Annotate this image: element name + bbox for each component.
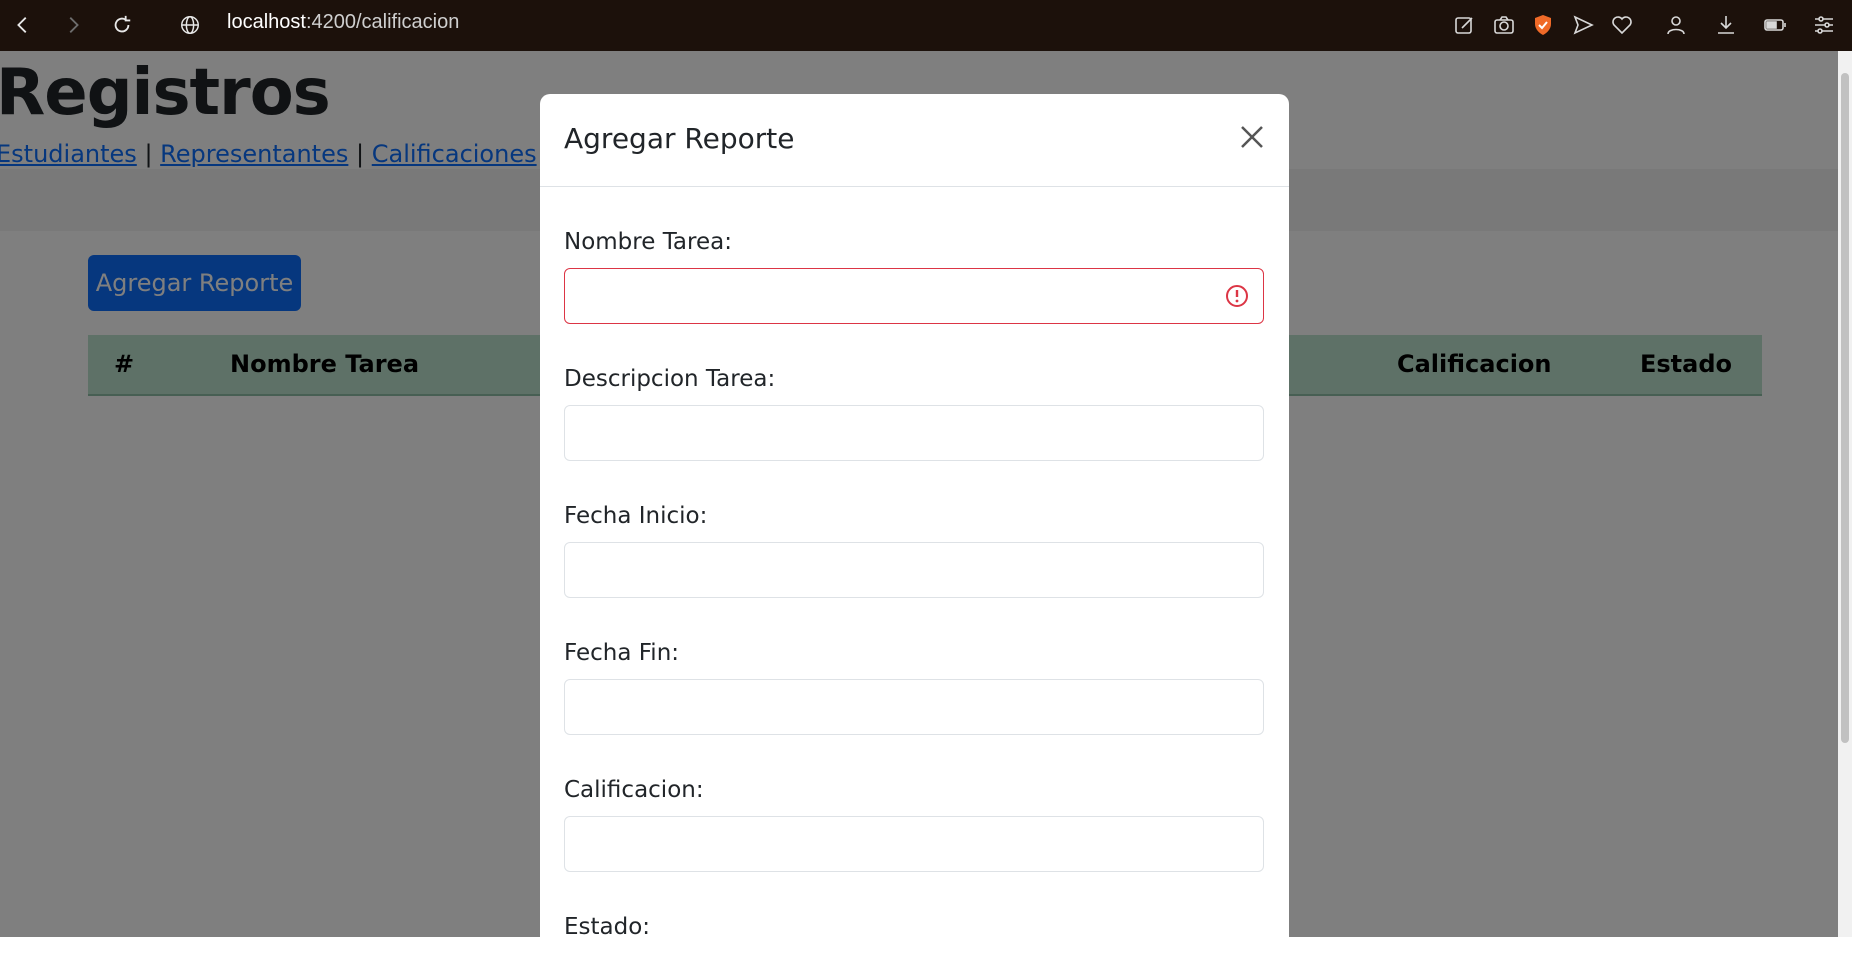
camera-icon[interactable] — [1488, 9, 1520, 41]
url-path: :4200/calificacion — [305, 11, 460, 33]
battery-icon[interactable] — [1759, 9, 1791, 41]
heart-icon[interactable] — [1606, 9, 1638, 41]
site-info-globe-icon[interactable] — [173, 8, 207, 42]
back-icon[interactable] — [6, 8, 40, 42]
fecha-inicio-input[interactable] — [564, 542, 1264, 598]
label-estado: Estado: — [564, 914, 651, 940]
field-nombre-tarea: Nombre Tarea: — [564, 229, 1264, 324]
fecha-fin-input[interactable] — [564, 679, 1264, 735]
label-nombre-tarea: Nombre Tarea: — [564, 229, 732, 255]
forward-icon[interactable] — [56, 8, 90, 42]
shield-icon[interactable] — [1527, 9, 1559, 41]
send-icon[interactable] — [1567, 9, 1599, 41]
label-fecha-inicio: Fecha Inicio: — [564, 503, 708, 529]
field-fecha-inicio: Fecha Inicio: — [564, 503, 1264, 598]
browser-toolbar: localhost:4200/calificacion — [0, 0, 1852, 51]
modal-header: Agregar Reporte — [540, 94, 1289, 187]
calificacion-input[interactable] — [564, 816, 1264, 872]
field-estado: Estado: — [564, 914, 1264, 940]
modal-title: Agregar Reporte — [564, 122, 795, 155]
descripcion-tarea-input[interactable] — [564, 405, 1264, 461]
download-icon[interactable] — [1710, 9, 1742, 41]
address-bar[interactable]: localhost:4200/calificacion — [227, 11, 459, 34]
profile-icon[interactable] — [1660, 9, 1692, 41]
close-icon[interactable] — [1235, 120, 1269, 154]
add-report-modal: Agregar Reporte Nombre Tarea: Descripcio… — [540, 94, 1289, 954]
field-fecha-fin: Fecha Fin: — [564, 640, 1264, 735]
reload-icon[interactable] — [105, 8, 139, 42]
edit-icon[interactable] — [1448, 9, 1480, 41]
field-calificacion: Calificacion: — [564, 777, 1264, 872]
settings-sliders-icon[interactable] — [1808, 9, 1840, 41]
label-calificacion: Calificacion: — [564, 777, 704, 803]
nombre-tarea-input[interactable] — [564, 268, 1264, 324]
field-descripcion-tarea: Descripcion Tarea: — [564, 366, 1264, 461]
invalid-icon — [1226, 285, 1248, 307]
scrollbar-thumb[interactable] — [1841, 73, 1849, 743]
label-descripcion-tarea: Descripcion Tarea: — [564, 366, 776, 392]
url-host: localhost — [227, 11, 306, 33]
label-fecha-fin: Fecha Fin: — [564, 640, 680, 666]
scrollbar[interactable] — [1838, 51, 1852, 937]
